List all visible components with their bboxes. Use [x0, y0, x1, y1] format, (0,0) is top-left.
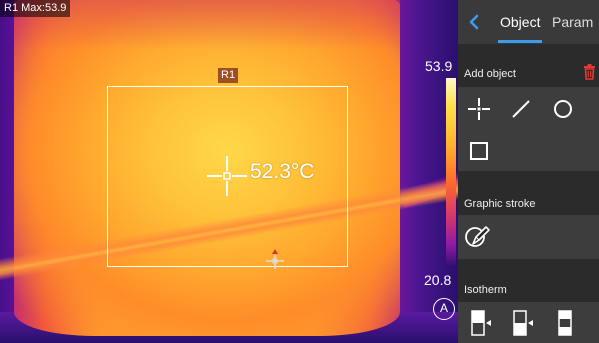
spot-icon: [468, 98, 490, 120]
isotherm-heading: Isotherm: [464, 284, 507, 296]
active-tab-indicator: [498, 40, 542, 43]
isotherm-row: [458, 302, 599, 343]
spot-temperature: 52.3°C: [250, 160, 315, 183]
add-rectangle-button[interactable]: [464, 136, 494, 166]
add-spot-button[interactable]: [464, 94, 494, 124]
tab-param[interactable]: Param: [552, 14, 593, 30]
delete-icon[interactable]: [583, 64, 596, 80]
temperature-scale-bar: [446, 78, 456, 268]
graphic-stroke-heading: Graphic stroke: [464, 198, 536, 210]
pen-stroke-icon: [465, 226, 490, 247]
back-chevron-icon[interactable]: [466, 12, 482, 32]
add-circle-button[interactable]: [548, 94, 578, 124]
thermal-view[interactable]: R1 Max:53.9 R1 52.3°C 53.9 20.8 A: [0, 0, 458, 343]
roi-max-label: R1 Max:53.9: [0, 0, 71, 17]
scale-min-value: 20.8: [424, 272, 452, 288]
thermal-object-top: [14, 0, 400, 50]
panel-header: Object Param: [458, 0, 599, 44]
graphic-stroke-row: [458, 215, 599, 259]
add-line-button[interactable]: [506, 94, 536, 124]
scale-max-value: 53.9: [425, 58, 453, 74]
isotherm-below-button[interactable]: [508, 308, 538, 338]
add-object-row-1: [458, 87, 599, 131]
roi-tag[interactable]: R1: [218, 68, 239, 83]
side-panel: Object Param Add object Graphic stroke I…: [458, 0, 599, 343]
isotherm-interval-icon: [558, 310, 572, 336]
circle-icon: [554, 100, 572, 118]
tab-object[interactable]: Object: [500, 14, 540, 30]
isotherm-above-button[interactable]: [466, 308, 496, 338]
rectangle-icon: [470, 142, 488, 160]
isotherm-interval-button[interactable]: [550, 308, 580, 338]
graphic-stroke-button[interactable]: [463, 222, 493, 252]
min-spot-icon: [266, 249, 284, 269]
spot-crosshair-icon[interactable]: [207, 156, 247, 196]
isotherm-below-icon: [513, 310, 533, 336]
add-object-row-2: [458, 131, 599, 171]
line-icon: [512, 100, 530, 118]
auto-range-icon[interactable]: A: [433, 298, 455, 320]
isotherm-above-icon: [471, 310, 491, 336]
add-object-heading: Add object: [464, 68, 516, 80]
